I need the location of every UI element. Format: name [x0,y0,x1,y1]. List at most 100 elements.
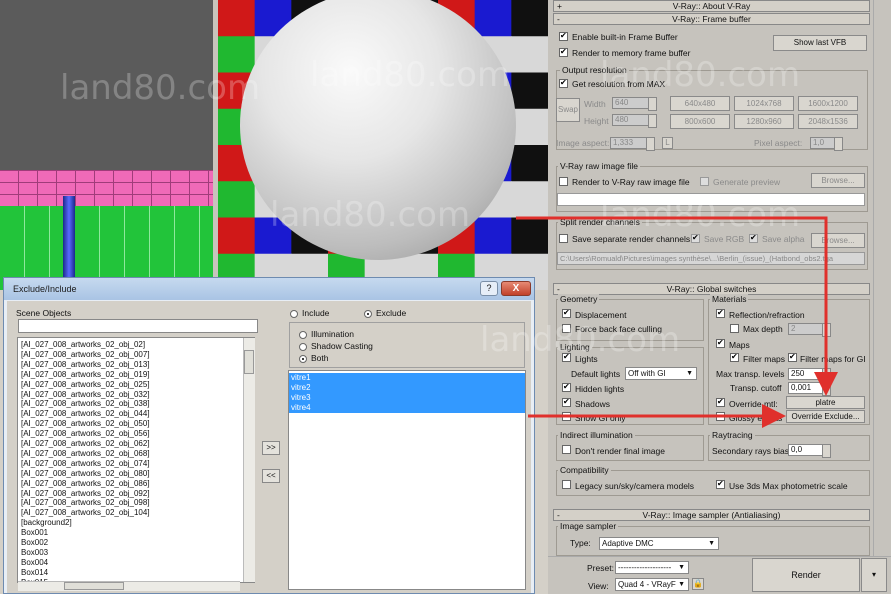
rollout-frame-buffer[interactable]: - V-Ray:: Frame buffer [553,13,870,25]
max-transp-levels-spinner[interactable]: 250 [788,368,831,382]
include-radio[interactable]: Include [290,308,329,318]
scene-object-item[interactable]: [AI_027_008_artworks_02_obj_007] [21,350,150,359]
displacement-checkbox[interactable] [562,308,571,318]
scene-object-item[interactable]: [AI_027_008_artworks_02_obj_050] [21,419,150,428]
shadows-checkbox[interactable] [562,397,571,407]
scene-object-item[interactable]: [AI_027_008_artworks_02_obj_02] [21,340,145,349]
scene-object-item[interactable]: [AI_027_008_artworks_02_obj_025] [21,380,150,389]
scene-filter-input[interactable] [18,319,258,333]
show-gi-only-checkbox[interactable] [562,412,571,421]
preset-800x600-button[interactable]: 800x600 [670,114,730,129]
height-spinner[interactable]: 480 [612,114,657,128]
view-dropdown[interactable]: Quad 4 - VRayF ▼ [615,578,689,591]
preset-1600x1200-button[interactable]: 1600x1200 [798,96,858,111]
scene-object-item[interactable]: Box003 [21,548,48,557]
show-last-vfb-button[interactable]: Show last VFB [773,35,867,51]
scene-object-item[interactable]: Box014 [21,568,48,577]
rollout-image-sampler[interactable]: - V-Ray:: Image sampler (Antialiasing) [553,509,870,521]
lock-icon[interactable]: 🔒 [692,578,704,590]
scene-object-item[interactable]: Box001 [21,528,48,537]
render-menu-chevron-icon[interactable]: ▾ [861,558,887,592]
width-spinner[interactable]: 640 [612,97,657,111]
panel-scrollbar[interactable] [873,0,891,560]
scene-objects-list[interactable]: [AI_027_008_artworks_02_obj_02] [AI_027_0… [17,337,255,583]
image-aspect-spinner[interactable]: 1,333 [610,137,655,151]
scene-object-item[interactable]: [AI_027_008_artworks_02_obj_098] [21,498,150,507]
scene-list-scroll-thumb[interactable] [244,350,254,374]
filter-maps-checkbox[interactable] [730,352,739,362]
reflection-refraction-checkbox[interactable] [716,308,725,318]
scene-object-item[interactable]: Box002 [21,538,48,547]
scene-object-item[interactable]: [AI_027_008_artworks_02_obj_074] [21,459,150,468]
raw-browse-button[interactable]: Browse... [811,173,865,188]
lights-checkbox[interactable] [562,352,571,362]
hidden-lights-checkbox[interactable] [562,382,571,392]
filter-maps-gi-checkbox[interactable] [788,352,797,362]
pixel-aspect-spinner[interactable]: 1,0 [810,137,843,151]
scene-object-item[interactable]: [AI_027_008_artworks_02_obj_013] [21,360,150,369]
remove-from-list-button[interactable]: << [262,469,280,483]
dont-render-final-checkbox[interactable] [562,445,571,454]
transp-cutoff-spinner[interactable]: 0,001 [788,382,831,396]
rollout-about-vray[interactable]: + V-Ray:: About V-Ray [553,0,870,12]
scene-list-hscroll-thumb[interactable] [64,582,124,590]
override-exclude-button[interactable]: Override Exclude... [786,410,865,423]
aspect-lock-button[interactable]: L [662,137,673,149]
max-depth-spinner[interactable]: 2 [788,323,831,337]
scene-object-item[interactable]: [AI_027_008_artworks_02_obj_104] [21,508,150,517]
override-mtl-button[interactable]: platre [786,396,865,409]
enable-vfb-checkbox[interactable] [559,31,568,41]
preset-640x480-button[interactable]: 640x480 [670,96,730,111]
scene-object-item[interactable]: Box004 [21,558,48,567]
save-rgb-checkbox[interactable] [691,233,700,243]
render-button[interactable]: Render [752,558,860,592]
preset-dropdown[interactable]: -------------------- ▼ [615,561,689,574]
viewport-perspective[interactable] [0,0,218,290]
excluded-objects-list[interactable]: vitre1 vitre2 vitre3 vitre4 [288,370,526,590]
scene-object-item[interactable]: [AI_027_008_artworks_02_obj_080] [21,469,150,478]
scene-object-item[interactable]: [background2] [21,518,72,527]
excluded-object-item[interactable]: vitre4 [289,403,525,413]
dialog-titlebar[interactable] [4,278,534,300]
raw-path-field[interactable] [557,193,865,206]
scene-object-item[interactable]: [AI_027_008_artworks_02_obj_044] [21,409,150,418]
swap-button[interactable]: Swap [556,98,580,122]
add-to-list-button[interactable]: >> [262,441,280,455]
shadow-casting-radio[interactable]: Shadow Casting [299,341,373,351]
maps-checkbox[interactable] [716,338,725,348]
scene-object-item[interactable]: [AI_027_008_artworks_02_obj_062] [21,439,150,448]
preset-1280x960-button[interactable]: 1280x960 [734,114,794,129]
save-separate-checkbox[interactable] [559,234,568,243]
scene-object-item[interactable]: [AI_027_008_artworks_02_obj_086] [21,479,150,488]
sampler-type-dropdown[interactable]: Adaptive DMC ▼ [599,537,719,550]
get-resolution-max-checkbox[interactable] [559,78,568,88]
photometric-scale-checkbox[interactable] [716,479,725,489]
scene-object-item[interactable]: [AI_027_008_artworks_02_obj_092] [21,489,150,498]
split-path-field[interactable]: C:\Users\Romuald\Pictures\images synthès… [557,252,865,265]
scene-object-item[interactable]: [AI_027_008_artworks_02_obj_032] [21,390,150,399]
default-lights-dropdown[interactable]: Off with GI ▼ [625,367,697,380]
excluded-object-item[interactable]: vitre2 [289,383,525,393]
excluded-object-item[interactable]: vitre3 [289,393,525,403]
split-browse-button[interactable]: Browse... [811,233,865,248]
scene-list-scrollbar[interactable] [243,338,255,582]
scene-object-item[interactable]: [AI_027_008_artworks_02_obj_056] [21,429,150,438]
scene-object-item[interactable]: [AI_027_008_artworks_02_obj_019] [21,370,150,379]
glossy-effects-checkbox[interactable] [716,412,725,421]
close-button[interactable]: X [501,281,531,296]
illumination-radio[interactable]: Illumination [299,329,354,339]
secondary-rays-bias-spinner[interactable]: 0,0 [788,444,831,458]
legacy-sun-checkbox[interactable] [562,480,571,489]
render-memory-checkbox[interactable] [559,47,568,57]
excluded-object-item[interactable]: vitre1 [289,373,525,383]
both-radio[interactable]: Both [299,353,329,363]
render-raw-checkbox[interactable] [559,177,568,186]
scene-object-item[interactable]: [AI_027_008_artworks_02_obj_068] [21,449,150,458]
max-depth-checkbox[interactable] [730,324,739,333]
preset-1024x768-button[interactable]: 1024x768 [734,96,794,111]
exclude-radio[interactable]: Exclude [364,308,406,318]
preset-2048x1536-button[interactable]: 2048x1536 [798,114,858,129]
scene-list-hscrollbar[interactable] [18,581,240,591]
override-mtl-checkbox[interactable] [716,397,725,407]
scene-object-item[interactable]: [AI_027_008_artworks_02_obj_038] [21,399,150,408]
